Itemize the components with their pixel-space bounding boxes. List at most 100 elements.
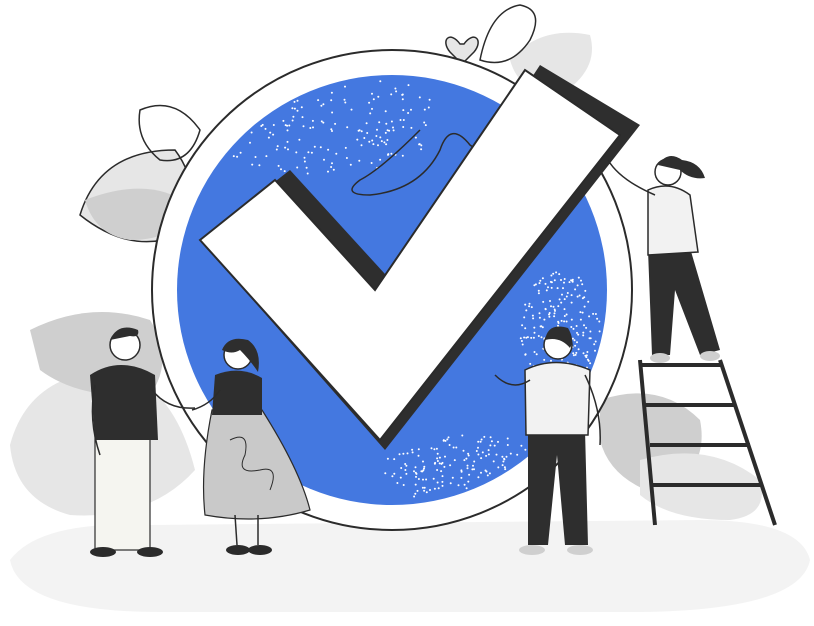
speckle-dot: [435, 447, 438, 450]
speckle-dot: [460, 476, 463, 479]
speckle-dot: [465, 457, 468, 460]
speckle-dot: [433, 462, 436, 465]
speckle-dot: [461, 434, 464, 437]
speckle-dot: [418, 143, 421, 146]
speckle-dot: [484, 469, 487, 472]
speckle-dot: [486, 474, 489, 477]
speckle-dot: [384, 131, 387, 134]
speckle-dot: [563, 308, 566, 311]
speckle-dot: [585, 354, 588, 357]
speckle-dot: [312, 126, 314, 129]
woman-top: [212, 370, 262, 415]
speckle-dot: [524, 448, 527, 451]
speckle-dot: [524, 327, 527, 330]
speckle-dot: [334, 122, 337, 125]
speckle-dot: [589, 337, 592, 340]
speckle-dot: [272, 133, 275, 136]
speckle-dot: [276, 145, 279, 148]
speckle-dot: [296, 166, 299, 169]
speckle-dot: [319, 146, 322, 149]
speckle-dot: [477, 476, 480, 479]
speckle-dot: [451, 476, 454, 479]
speckle-dot: [535, 353, 538, 356]
speckle-dot: [528, 302, 531, 305]
speckle-dot: [493, 444, 496, 447]
speckle-dot: [287, 148, 289, 151]
speckle-dot: [480, 457, 483, 460]
speckle-dot: [530, 336, 533, 339]
speckle-dot: [356, 138, 359, 141]
speckle-dot: [413, 495, 416, 498]
speckle-dot: [250, 131, 253, 134]
speckle-dot: [594, 349, 596, 352]
man-light-sweater-body: [524, 361, 591, 436]
speckle-dot: [575, 325, 578, 327]
speckle-dot: [477, 453, 480, 456]
speckle-dot: [565, 295, 568, 298]
speckle-dot: [343, 98, 346, 101]
speckle-dot: [530, 306, 533, 309]
speckle-dot: [571, 337, 574, 340]
speckle-dot: [395, 90, 398, 93]
speckle-dot: [446, 438, 449, 441]
speckle-dot: [331, 111, 334, 114]
speckle-dot: [552, 272, 555, 275]
speckle-dot: [401, 93, 404, 96]
speckle-dot: [410, 126, 413, 129]
speckle-dot: [495, 453, 498, 456]
speckle-dot: [529, 362, 532, 365]
speckle-dot: [457, 484, 460, 487]
speckle-dot: [548, 313, 550, 316]
speckle-dot: [560, 301, 563, 304]
speckle-dot: [272, 124, 275, 126]
speckle-dot: [286, 124, 289, 127]
speckle-dot: [371, 107, 373, 110]
speckle-dot: [533, 326, 536, 329]
speckle-dot: [594, 313, 597, 315]
speckle-dot: [421, 486, 424, 489]
speckle-dot: [386, 129, 389, 132]
speckle-dot: [415, 475, 417, 478]
speckle-dot: [563, 320, 566, 323]
speckle-dot: [533, 351, 536, 353]
speckle-dot: [519, 337, 522, 340]
speckle-dot: [433, 448, 436, 451]
woman-shoe-right: [248, 545, 272, 555]
speckle-dot: [501, 455, 504, 458]
speckle-dot: [565, 313, 568, 316]
speckle-dot: [380, 140, 383, 143]
speckle-dot: [572, 327, 575, 330]
speckle-dot: [455, 446, 458, 449]
speckle-dot: [402, 452, 405, 455]
speckle-dot: [437, 487, 440, 490]
speckle-dot: [550, 286, 553, 289]
speckle-dot: [390, 120, 393, 123]
speckle-dot: [584, 289, 587, 292]
speckle-dot: [506, 444, 509, 446]
speckle-dot: [440, 462, 443, 465]
speckle-dot: [407, 112, 410, 114]
speckle-dot: [390, 93, 393, 96]
speckle-dot: [563, 298, 566, 301]
speckle-dot: [539, 279, 542, 282]
speckle-dot: [490, 440, 493, 443]
speckle-dot: [558, 298, 561, 301]
speckle-dot: [524, 353, 527, 356]
speckle-dot: [550, 274, 553, 277]
speckle-dot: [503, 457, 506, 460]
speckle-dot: [414, 492, 417, 495]
speckle-dot: [438, 462, 441, 465]
speckle-dot: [399, 119, 402, 121]
speckle-dot: [377, 144, 379, 147]
speckle-dot: [311, 119, 314, 122]
speckle-dot: [562, 287, 564, 290]
speckle-dot: [330, 91, 333, 94]
speckle-dot: [593, 343, 596, 346]
speckle-dot: [363, 137, 366, 139]
speckle-dot: [487, 449, 490, 452]
speckle-dot: [386, 457, 389, 460]
speckle-dot: [358, 159, 361, 162]
speckle-dot: [556, 287, 559, 290]
speckle-dot: [577, 333, 580, 336]
speckle-dot: [552, 305, 555, 308]
